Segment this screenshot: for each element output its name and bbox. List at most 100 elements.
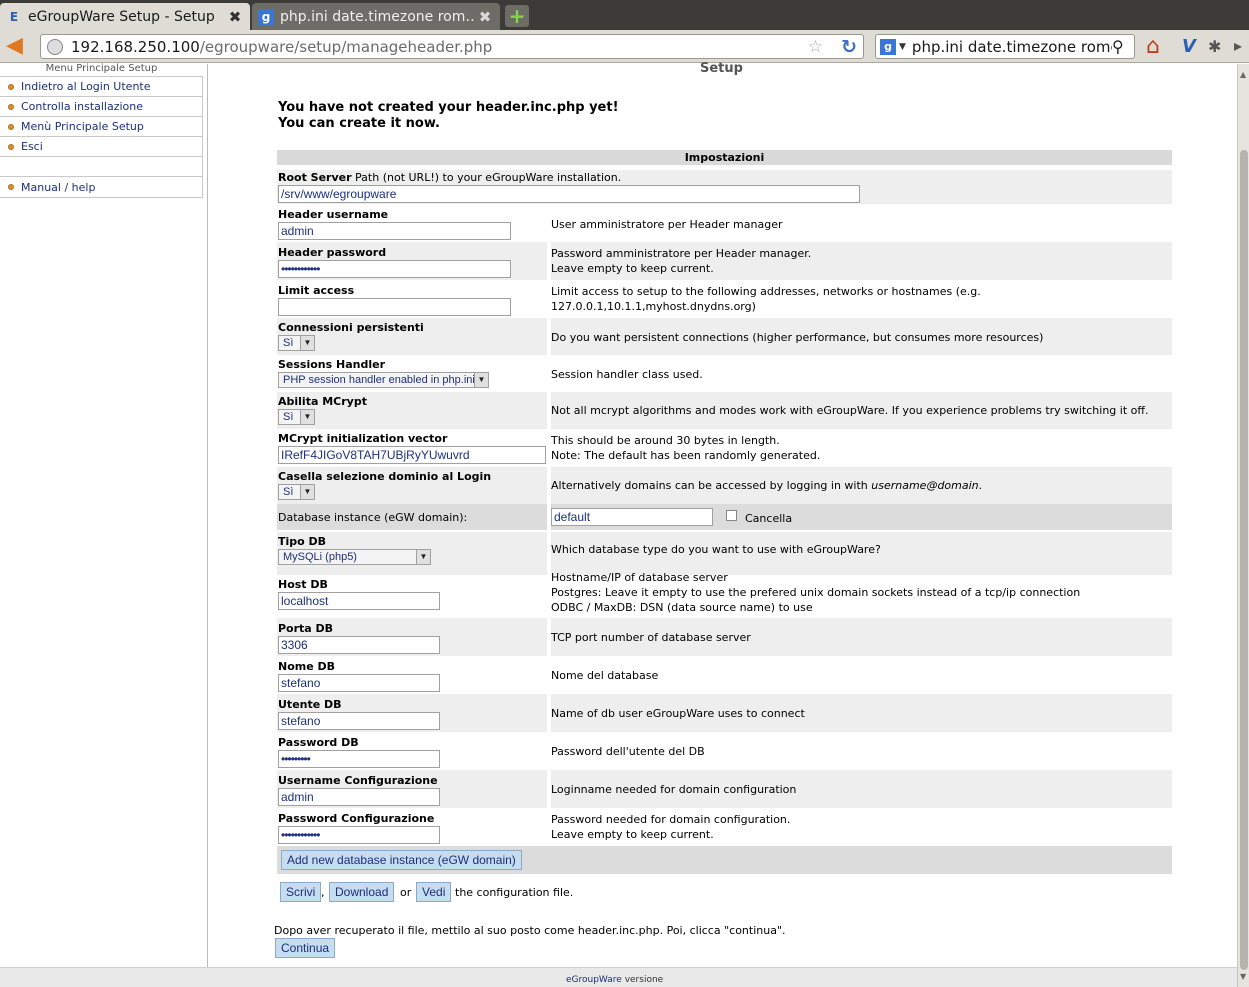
db-instance-input[interactable]: default [551,508,713,526]
config-password-input[interactable]: •••••••••••• [278,826,440,844]
mcrypt-select[interactable]: Sì ▼ [278,409,315,425]
sidebar-item-label[interactable]: Indietro al Login Utente [21,80,151,93]
sessions-select[interactable]: PHP session handler enabled in php.ini ▼ [278,372,489,388]
mcrypt-iv-label: MCrypt initialization vector [278,432,448,445]
limit-access-desc: Limit access to setup to the following a… [551,285,981,313]
bullet-icon [8,123,14,130]
sidebar: Menu Principale Setup Indietro al Login … [0,63,208,967]
sidebar-item-label[interactable]: Esci [21,140,43,153]
sessions-row: Sessions Handler PHP session handler ena… [277,355,1172,392]
not-created-message: You have not created your header.inc.php… [278,100,619,115]
close-icon[interactable]: ✖ [226,8,244,26]
extension-icon[interactable]: ✱ [1208,37,1221,56]
back-arrow-icon[interactable]: ◀ [6,35,32,58]
header-username-desc: User amministratore per Header manager [551,218,783,231]
limit-access-row: Limit access Limit access to setup to th… [277,280,1172,318]
addon-v-icon[interactable]: V [1182,36,1196,57]
url-bar[interactable]: 192.168.250.100/egroupware/setup/manageh… [40,34,864,59]
db-user-row: Utente DB stefano Name of db user eGroup… [277,694,1172,732]
sidebar-item-back-to-login[interactable]: Indietro al Login Utente [0,77,202,97]
sidebar-item-setup-main-menu[interactable]: Menù Principale Setup [0,117,202,137]
sidebar-menu: Indietro al Login Utente Controlla insta… [0,76,203,198]
header-password-input[interactable]: •••••••••••• [278,260,511,278]
chevron-down-icon: ▼ [300,485,314,499]
config-username-input[interactable]: admin [278,788,440,806]
persistent-select[interactable]: Sì ▼ [278,335,315,351]
sidebar-item-label[interactable]: Manual / help [21,181,95,194]
delete-label: Cancella [745,512,793,525]
search-icon[interactable]: ⚲ [1112,37,1134,56]
db-port-input[interactable]: 3306 [278,636,440,654]
delete-checkbox[interactable] [726,510,737,521]
settings-header: Impostazioni [277,150,1172,165]
chevron-down-icon: ▼ [300,336,314,350]
domain-select-row: Casella selezione dominio al Login Sì ▼ A… [277,467,1172,504]
url-host: 192.168.250.100 [71,37,200,56]
mcrypt-iv-desc: This should be around 30 bytes in length… [551,434,821,462]
download-button[interactable]: Download [329,882,395,902]
chevron-down-icon[interactable]: ▼ [899,42,906,52]
config-password-desc: Password needed for domain configuration… [551,813,791,841]
mcrypt-desc: Not all mcrypt algorithms and modes work… [551,404,1149,417]
footer-brand-link[interactable]: eGroupWare [566,975,622,985]
home-icon[interactable]: ⌂ [1146,34,1160,59]
write-button[interactable]: Scrivi [280,882,322,902]
search-bar[interactable]: g ▼ php.ini date.timezone rome ⚲ [875,34,1135,59]
sidebar-item-logout[interactable]: Esci [0,137,202,157]
page-title: Setup [700,61,743,76]
star-icon[interactable]: ☆ [808,37,823,57]
db-type-label: Tipo DB [278,535,327,548]
mcrypt-iv-input[interactable]: IRefF4JIGoV8TAH7UBjRyYUwuvrd [278,446,546,464]
db-user-input[interactable]: stefano [278,712,440,730]
db-password-input[interactable]: ••••••••• [278,750,440,768]
db-user-label: Utente DB [278,698,342,711]
db-type-desc: Which database type do you want to use w… [551,543,881,556]
google-icon[interactable]: g [880,38,896,55]
root-server-input[interactable]: /srv/www/egroupware [278,185,860,203]
domain-select-select[interactable]: Sì ▼ [278,484,315,500]
sidebar-item-label[interactable]: Controlla installazione [21,100,143,113]
scroll-down-icon[interactable]: ▼ [1240,972,1246,981]
menu-icon[interactable]: ▸ [1234,36,1242,55]
db-name-input[interactable]: stefano [278,674,440,692]
close-icon[interactable]: ✖ [476,8,494,26]
limit-access-label: Limit access [278,284,355,297]
reload-icon[interactable]: ↻ [841,36,857,58]
limit-access-input[interactable] [278,298,511,316]
add-instance-button[interactable]: Add new database instance (eGW domain) [281,850,522,870]
sidebar-item-label[interactable]: Menù Principale Setup [21,120,144,133]
persistent-desc: Do you want persistent connections (high… [551,331,1044,344]
scroll-up-icon[interactable]: ▲ [1240,70,1246,79]
bullet-icon [8,83,14,90]
header-username-input[interactable]: admin [278,222,511,240]
comma-separator: , [321,886,325,899]
browser-tab-bar: E eGroupWare Setup - Setup ✖ g php.ini d… [0,0,1249,30]
tab-egroupware-setup[interactable]: E eGroupWare Setup - Setup ✖ [0,3,250,30]
view-button[interactable]: Vedi [416,882,452,902]
chevron-down-icon: ▼ [474,373,488,387]
db-instance-row: Database instance (eGW domain): default … [277,504,1172,530]
config-file-text: the configuration file. [455,886,574,899]
url-path: /egroupware/setup/manageheader.php [199,37,493,56]
scrollbar-thumb[interactable] [1240,150,1248,970]
db-host-label: Host DB [278,578,328,591]
add-instance-row: Add new database instance (eGW domain) [277,846,1172,874]
db-instance-label: Database instance (eGW domain): [278,511,468,524]
tab-google-search[interactable]: g php.ini date.timezone rom… ✖ [252,3,500,30]
globe-icon [47,38,63,55]
db-host-input[interactable]: localhost [278,592,440,610]
config-username-row: Username Configurazione admin Loginname … [277,770,1172,808]
vertical-scrollbar[interactable]: ▲ ▼ [1237,64,1249,987]
new-tab-button[interactable]: + [505,5,529,27]
bullet-icon [8,103,14,110]
db-type-select[interactable]: MySQLi (php5) ▼ [278,549,431,565]
config-password-label: Password Configurazione [278,812,435,825]
search-query[interactable]: php.ini date.timezone rome [912,38,1112,56]
config-username-desc: Loginname needed for domain configuratio… [551,783,797,796]
root-server-label: Root Server Path (not URL!) to your eGro… [278,171,622,184]
continue-button[interactable]: Continua [275,938,336,958]
mcrypt-row: Abilita MCrypt Sì ▼ Not all mcrypt algori… [277,392,1172,429]
sidebar-item-check-installation[interactable]: Controlla installazione [0,97,202,117]
sidebar-item-manual[interactable]: Manual / help [0,177,202,197]
db-type-row: Tipo DB MySQLi (php5) ▼ Which database ty… [277,532,1172,575]
